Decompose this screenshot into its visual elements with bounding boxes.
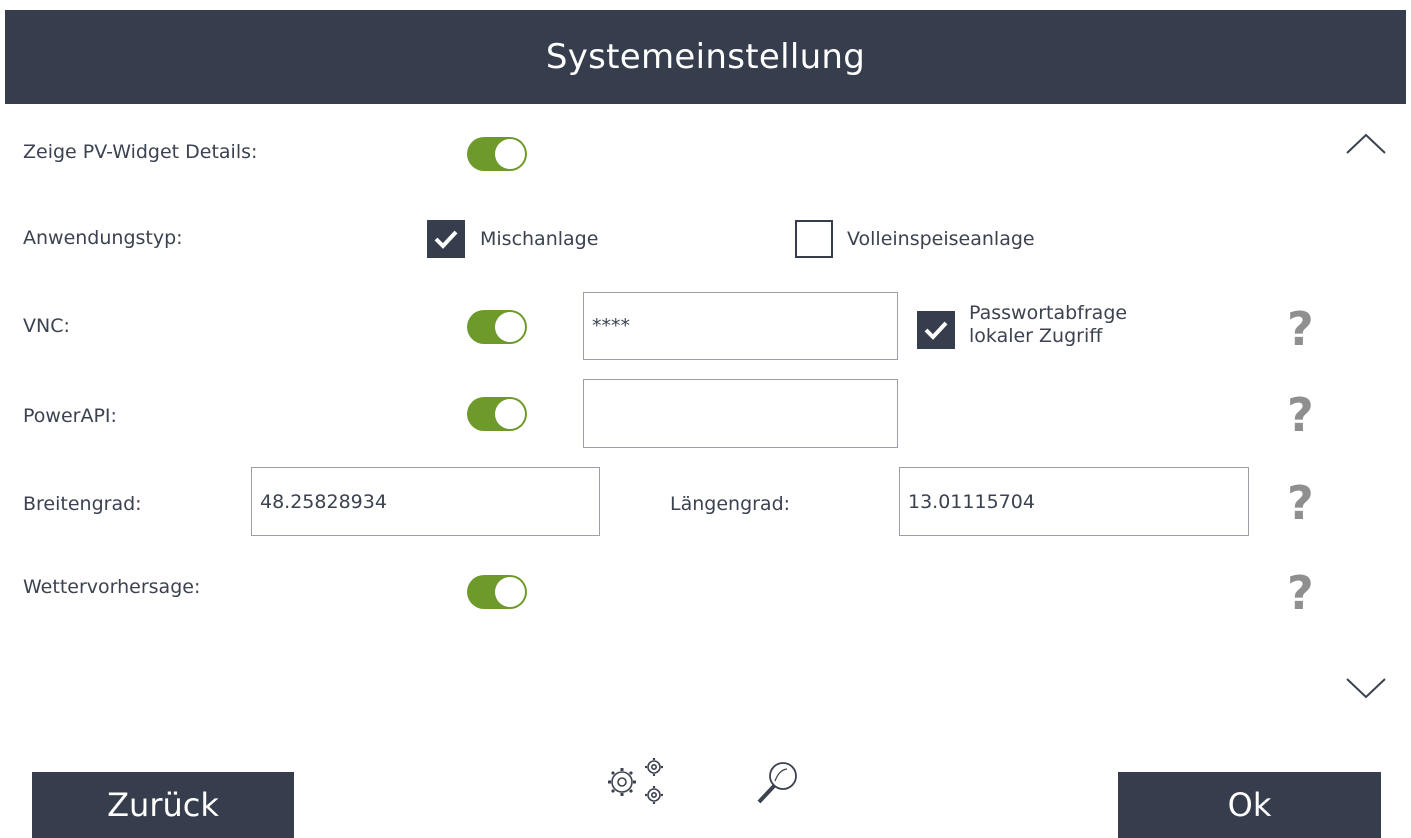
pv-widget-toggle[interactable] <box>467 137 527 171</box>
mischanlage-checkbox[interactable] <box>427 220 465 258</box>
page-title: Systemeinstellung <box>545 37 866 77</box>
powerapi-help-icon[interactable]: ? <box>1287 392 1314 438</box>
password-prompt-label: Passwortabfrage lokaler Zugriff <box>969 302 1127 348</box>
pv-widget-label: Zeige PV-Widget Details: <box>23 141 258 163</box>
checkmark-icon <box>434 230 458 249</box>
powerapi-field[interactable] <box>583 379 898 448</box>
powerapi-toggle[interactable] <box>467 397 527 431</box>
password-prompt-line1: Passwortabfrage <box>969 302 1128 324</box>
gears-icon[interactable] <box>606 756 672 808</box>
vnc-password-field[interactable] <box>583 292 898 360</box>
breitengrad-label: Breitengrad: <box>23 493 142 515</box>
title-bar: Systemeinstellung <box>5 10 1406 104</box>
password-prompt-line2: lokaler Zugriff <box>969 325 1103 347</box>
breitengrad-field[interactable] <box>251 467 600 536</box>
weather-toggle[interactable] <box>467 575 527 609</box>
ok-button[interactable]: Ok <box>1118 772 1381 838</box>
back-button[interactable]: Zurück <box>32 772 294 838</box>
wettervorhersage-label: Wettervorhersage: <box>23 576 201 598</box>
powerapi-label: PowerAPI: <box>23 405 117 427</box>
magnifier-icon[interactable] <box>753 758 801 808</box>
checkmark-icon <box>924 321 948 340</box>
toggle-knob <box>495 399 525 429</box>
chevron-down-icon[interactable] <box>1345 676 1387 700</box>
vnc-label: VNC: <box>23 315 70 337</box>
chevron-up-icon[interactable] <box>1345 132 1387 156</box>
laengengrad-field[interactable] <box>899 467 1249 536</box>
volleinspeiseanlage-checkbox[interactable] <box>795 220 833 258</box>
vnc-help-icon[interactable]: ? <box>1287 306 1314 352</box>
back-button-label: Zurück <box>107 786 219 824</box>
toggle-knob <box>495 577 525 607</box>
volleinspeiseanlage-label: Volleinspeiseanlage <box>847 228 1035 250</box>
ok-button-label: Ok <box>1227 786 1272 824</box>
mischanlage-label: Mischanlage <box>480 228 599 250</box>
toggle-knob <box>495 312 525 342</box>
weather-help-icon[interactable]: ? <box>1287 570 1314 616</box>
password-prompt-checkbox[interactable] <box>917 311 955 349</box>
toggle-knob <box>495 139 525 169</box>
laengengrad-label: Längengrad: <box>670 493 791 515</box>
coords-help-icon[interactable]: ? <box>1287 480 1314 526</box>
anwendungstyp-label: Anwendungstyp: <box>23 227 183 249</box>
vnc-toggle[interactable] <box>467 310 527 344</box>
